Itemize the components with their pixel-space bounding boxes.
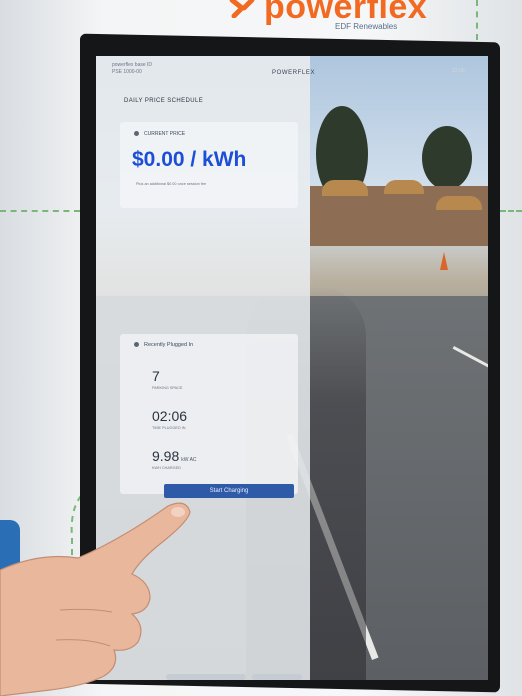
energy-number: 9.98 [152,448,180,464]
station-id: powerflex base ID [112,62,153,68]
start-charging-button[interactable]: Start Charging [164,484,294,498]
station-info: powerflex base ID PSE 1000-00 [112,62,152,76]
energy-value: 9.98 kW AC [152,448,197,464]
charger-kiosk: powerflex EDF Renewables powerflex base … [0,0,522,696]
energy-caption: KWH CHARGED [152,466,181,470]
dashed-guide-right [500,210,522,212]
reflection-tree [422,126,472,190]
session-fee-note: Plus an additional $0.00 once session fe… [136,182,207,186]
powerflex-mark-icon [229,0,255,18]
logo-subtitle: EDF Renewables [335,22,398,31]
parking-space-caption: PARKING SPACE [152,386,183,390]
app-brand: POWERFLEX [272,70,316,76]
energy-unit: kW AC [181,457,197,463]
reflection-traffic-cone [440,252,448,270]
reflection-roof [436,196,482,210]
status-clock: 12:00 [452,68,465,74]
current-price-value: $0.00 / kWh [132,148,247,171]
daily-price-schedule-tab[interactable]: DAILY PRICE SCHEDULE [124,98,203,104]
plug-icon [134,342,139,347]
bottom-nav-pill[interactable] [252,674,302,680]
time-plugged-caption: TIME PLUGGED IN [152,426,186,430]
current-price-label: CURRENT PRICE [144,131,186,137]
pointing-hand [0,502,191,696]
station-code: PSE 1000-00 [112,69,142,75]
recently-plugged-card [120,334,298,494]
reflection-roof [384,180,424,194]
time-plugged-value: 02:06 [152,408,188,424]
dashed-guide-right-top [476,0,478,40]
parking-space-value: 7 [152,368,160,384]
reflection-roof [322,180,368,196]
price-icon [134,131,139,136]
recently-plugged-title: Recently Plugged In [144,342,194,348]
dashed-guide-left [0,210,80,212]
